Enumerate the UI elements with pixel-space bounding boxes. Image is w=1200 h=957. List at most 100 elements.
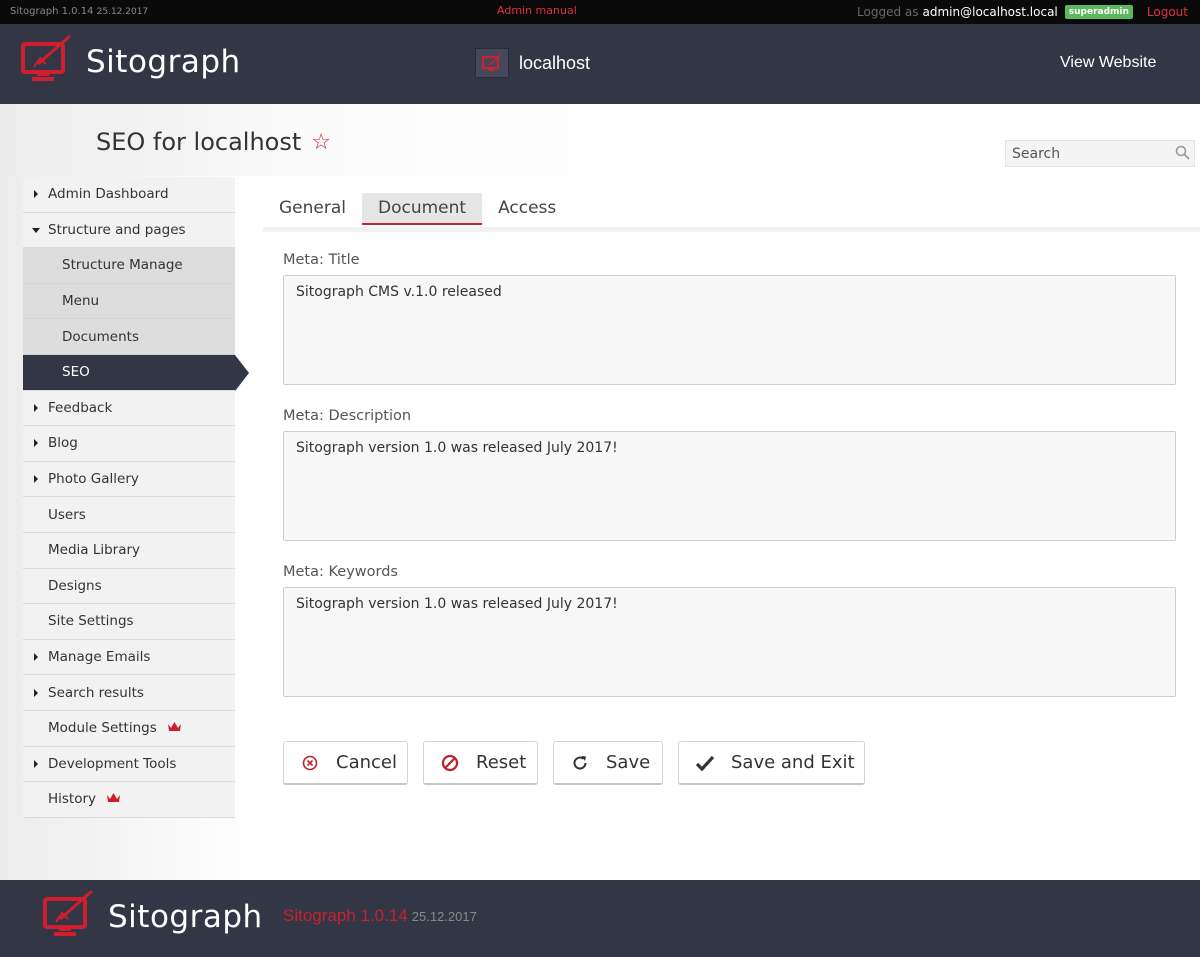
tab-general[interactable]: General — [263, 193, 362, 225]
brand-logo[interactable]: Sitograph — [20, 34, 241, 90]
version-date: 25.12.2017 — [96, 7, 149, 17]
save-button-label: Save — [606, 752, 651, 773]
sidebar-item-designs[interactable]: Designs — [23, 568, 235, 605]
save-and-exit-button-label: Save and Exit — [731, 752, 855, 773]
meta-title-label: Meta: Title — [283, 252, 360, 268]
sidebar-item-label: Media Library — [48, 542, 141, 559]
reset-button-label: Reset — [476, 752, 527, 773]
sidebar-item-label: Manage Emails — [48, 649, 151, 666]
admin-manual-link[interactable]: Admin manual — [497, 4, 577, 17]
ban-icon — [440, 754, 460, 772]
site-icon — [475, 48, 509, 78]
expand-arrow-icon — [34, 475, 38, 484]
footer-brand-name: Sitograph — [108, 899, 263, 935]
sidebar-item-search-results[interactable]: Search results — [23, 675, 235, 711]
expand-arrow-icon — [34, 403, 38, 412]
view-website-link[interactable]: View Website — [1060, 54, 1156, 72]
monitor-pen-logo-icon — [42, 887, 98, 947]
meta-title-field[interactable] — [283, 275, 1176, 385]
sidebar-item-label: Designs — [48, 577, 102, 594]
sidebar-item-structure-manage[interactable]: Structure Manage — [23, 248, 235, 284]
monitor-pen-logo-icon — [20, 34, 76, 90]
page-title-text: SEO for localhost — [96, 128, 302, 156]
search-icon[interactable] — [1175, 145, 1190, 164]
logged-as-label: Logged as — [857, 5, 919, 19]
expand-arrow-icon — [34, 759, 38, 768]
sidebar-item-development-tools[interactable]: Development Tools — [23, 746, 235, 783]
meta-keywords-field[interactable] — [283, 587, 1176, 697]
tab-document[interactable]: Document — [362, 193, 483, 225]
sidebar-item-label: Development Tools — [48, 755, 177, 772]
sidebar-item-label: Blog — [48, 435, 78, 452]
sidebar-item-label: SEO — [62, 364, 90, 381]
footer-version-text: Sitograph 1.0.14 — [283, 906, 408, 925]
expand-arrow-icon — [34, 688, 38, 697]
check-icon — [695, 755, 715, 771]
crown-icon — [106, 791, 121, 807]
tab-bar: General Document Access — [263, 193, 572, 225]
sidebar-item-seo[interactable]: SEO — [23, 354, 249, 391]
sidebar-item-label: Module Settings — [48, 720, 157, 737]
sidebar-item-history[interactable]: History — [23, 782, 235, 818]
footer-brand-logo: Sitograph — [42, 887, 263, 947]
reset-button[interactable]: Reset — [423, 741, 538, 785]
version-info: Sitograph 1.0.14 25.12.2017 — [10, 6, 148, 17]
expand-arrow-icon — [34, 190, 38, 199]
sidebar-item-label: Admin Dashboard — [48, 186, 169, 203]
sidebar-item-site-settings[interactable]: Site Settings — [23, 604, 235, 640]
version-text: Sitograph 1.0.14 — [10, 6, 94, 17]
meta-description-label: Meta: Description — [283, 408, 412, 424]
search-box — [1005, 140, 1195, 167]
sidebar-item-label: Menu — [62, 293, 100, 310]
top-bar: Sitograph 1.0.14 25.12.2017 Admin manual… — [0, 0, 1200, 24]
footer: Sitograph Sitograph 1.0.14 25.12.2017 — [0, 880, 1200, 957]
sidebar-item-label: History — [48, 791, 97, 808]
sidebar-item-users[interactable]: Users — [23, 497, 235, 533]
site-switcher[interactable]: localhost — [475, 48, 590, 78]
role-badge: superadmin — [1064, 5, 1133, 19]
sidebar-item-feedback[interactable]: Feedback — [23, 390, 235, 427]
cancel-button-label: Cancel — [336, 752, 397, 773]
sidebar-item-admin-dashboard[interactable]: Admin Dashboard — [23, 177, 235, 213]
cancel-icon — [300, 755, 320, 771]
sidebar-item-label: Users — [48, 506, 86, 523]
meta-description-field[interactable] — [283, 431, 1176, 541]
expand-arrow-icon — [34, 653, 38, 662]
search-input[interactable] — [1006, 141, 1176, 166]
brand-name: Sitograph — [86, 44, 241, 80]
expand-arrow-icon — [34, 439, 38, 448]
sidebar-item-module-settings[interactable]: Module Settings — [23, 710, 235, 747]
sidebar-item-label: Feedback — [48, 399, 113, 416]
sidebar-item-photo-gallery[interactable]: Photo Gallery — [23, 461, 235, 498]
sidebar-item-label: Structure and pages — [48, 221, 186, 238]
footer-version: Sitograph 1.0.14 25.12.2017 — [283, 906, 477, 926]
tab-access[interactable]: Access — [482, 193, 572, 225]
page-title: SEO for localhost ☆ — [96, 128, 331, 156]
save-and-exit-button[interactable]: Save and Exit — [678, 741, 865, 785]
sidebar-item-label: Site Settings — [48, 613, 134, 630]
favorite-star-icon[interactable]: ☆ — [311, 130, 331, 155]
sidebar-item-label: Search results — [48, 684, 144, 701]
sidebar-item-structure-and-pages[interactable]: Structure and pages — [23, 212, 235, 249]
refresh-icon — [570, 754, 590, 772]
sidebar-item-menu[interactable]: Menu — [23, 283, 235, 320]
sidebar-item-label: Photo Gallery — [48, 471, 139, 488]
sidebar-item-manage-emails[interactable]: Manage Emails — [23, 639, 235, 676]
meta-keywords-label: Meta: Keywords — [283, 564, 398, 580]
user-email: admin@localhost.local — [922, 5, 1058, 19]
sidebar-item-blog[interactable]: Blog — [23, 426, 235, 462]
main-header: Sitograph localhost View Website — [0, 24, 1200, 104]
sidebar-nav: Admin Dashboard Structure and pages Stru… — [23, 177, 249, 818]
footer-version-date: 25.12.2017 — [411, 909, 477, 924]
user-info: Logged as admin@localhost.local superadm… — [857, 5, 1188, 19]
crown-icon — [167, 720, 182, 736]
save-button[interactable]: Save — [553, 741, 663, 785]
sidebar-item-media-library[interactable]: Media Library — [23, 532, 235, 569]
logout-link[interactable]: Logout — [1147, 5, 1188, 19]
collapse-arrow-icon — [32, 227, 40, 233]
sidebar-item-documents[interactable]: Documents — [23, 319, 235, 355]
sidebar-item-label: Documents — [62, 328, 139, 345]
cancel-button[interactable]: Cancel — [283, 741, 408, 785]
site-name: localhost — [519, 52, 591, 73]
sidebar-item-label: Structure Manage — [62, 257, 183, 274]
